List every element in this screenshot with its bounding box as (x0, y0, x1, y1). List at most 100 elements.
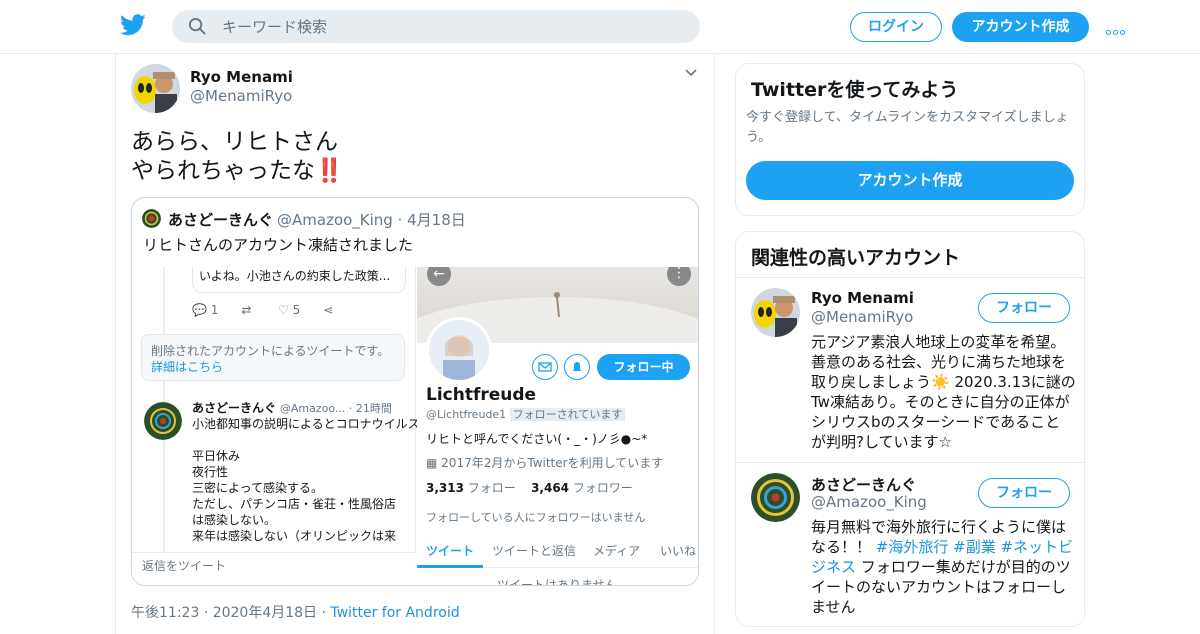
login-button[interactable]: ログイン (850, 12, 942, 42)
related-bio-asado: 毎月無料で海外旅行に行くように僕は なる！！ #海外旅行 #副業 #ネットビ ジ… (811, 517, 1073, 617)
author-handle[interactable]: @MenamiRyo (190, 87, 292, 105)
profile-bio: リヒトと呼んでください(・_・)ノ彡●~* (426, 432, 648, 446)
tweet-meta: 午後11:23 · 2020年4月18日 · Twitter for Andro… (131, 602, 460, 622)
reply-body: 小池都知事の説明によるとコロナウイルスは 平日休み夜行性三密によって感染する。ただ… (192, 416, 432, 544)
profile-tab-replies: ツイートと返信 (492, 544, 577, 558)
quoted-author-handle: @Amazoo_King (277, 211, 393, 229)
reply-icon: 💬 (192, 303, 207, 317)
hashtag-link[interactable]: ジネス (811, 558, 856, 576)
related-avatar-asado[interactable] (751, 473, 800, 522)
try-twitter-desc-line1: 今すぐ登録して、タイムラインをカスタマイズしましょ (746, 110, 1069, 125)
quoted-tweet[interactable]: あさどーきんぐ @Amazoo_King · 4月18日 リヒトさんのアカウント… (131, 197, 699, 586)
tweet-text: あらら、リヒトさん やられちゃったな‼️ (131, 128, 691, 186)
sidebar-signup-button[interactable]: アカウント作成 (746, 161, 1074, 200)
related-handle-asado[interactable]: @Amazoo_King (811, 493, 927, 511)
calendar-icon: ▦ (426, 456, 438, 470)
search-icon (188, 17, 206, 35)
hashtag-link[interactable]: #副業 (953, 538, 996, 556)
bio-line: 毎月無料で海外旅行に行くように僕は (811, 518, 1067, 536)
double-exclamation-emoji: ‼️ (315, 158, 344, 184)
follows-you-badge: フォローされています (509, 408, 626, 421)
bio-line: ません (811, 598, 856, 616)
tweet-source-link[interactable]: Twitter for Android (330, 605, 459, 621)
tweet-text-line2: やられちゃったな (131, 158, 315, 184)
try-twitter-title: Twitterを使ってみよう (751, 79, 959, 101)
follow-button-asado[interactable]: フォロー (978, 478, 1070, 508)
empty-tweets-notice: ツイートはありません (497, 578, 617, 586)
profile-tab-tweets: ツイート (426, 544, 475, 558)
snippet-actions: 💬 1 ⇄ ♡ 5 ⋖ (192, 302, 412, 318)
twitter-logo-icon[interactable] (120, 14, 146, 36)
profile-tab-likes: いいね (660, 544, 697, 558)
reply-handle: @Amazoo... · 21時間 (279, 402, 392, 415)
bio-line: が判明?しています☆ (811, 433, 952, 451)
bio-line: シリウスbのスターシードであること (811, 413, 1061, 431)
follow-button-ryo[interactable]: フォロー (978, 293, 1070, 323)
followers-count: 3,464 (531, 481, 570, 495)
bio-line: 取り戻しましょう☀️ 2020.3.13に謎の (811, 373, 1076, 391)
profile-handle: @Lichtfreude1 (426, 408, 507, 421)
hashtag-link[interactable]: #海外旅行 (876, 538, 949, 556)
try-twitter-card: Twitterを使ってみよう 今すぐ登録して、タイムラインをカスタマイズしましょ… (735, 63, 1085, 216)
reply-line: 小池都知事の説明によるとコロナウイルスは (192, 417, 432, 431)
reply-line: 来年は感染しない（オリンピックは来 (192, 529, 397, 543)
bio-line: 元アジア素浪人地球上の変革を希望。 (811, 333, 1066, 351)
notification-bell-icon (564, 354, 590, 380)
profile-tab-media: メディア (593, 544, 641, 558)
related-name-ryo[interactable]: Ryo Menami (811, 289, 914, 307)
tweet-text-line1: あらら、リヒトさん (131, 129, 338, 155)
bio-line: 善意のある社会、光りに満ちた地球を (811, 353, 1067, 371)
following-count: 3,313 (426, 481, 464, 495)
no-mutuals-note: フォローしている人にフォロワーはいません (426, 511, 646, 524)
reply-avatar (144, 402, 182, 440)
related-name-asado[interactable]: あさどーきんぐ (811, 474, 916, 495)
bio-line: イートのないアカウントはフォローし (811, 578, 1067, 596)
tweet-timestamp[interactable]: 午後11:23 · 2020年4月18日 · (131, 605, 330, 621)
reply-line: 三密によって感染する。 (192, 481, 324, 495)
snippet-text: いよね。小池さんの約束した政策... (199, 269, 391, 283)
reply-line: ただし、パチンコ店・雀荘・性風俗店 (192, 497, 397, 511)
message-icon (532, 354, 558, 380)
reply-line: は感染しない。 (192, 513, 277, 527)
signup-button[interactable]: アカウント作成 (952, 12, 1089, 42)
related-accounts-title: 関連性の高いアカウント (751, 247, 961, 269)
related-bio-ryo: 元アジア素浪人地球上の変革を希望。 善意のある社会、光りに満ちた地球を 取り戻しまし… (811, 332, 1076, 452)
quoted-author-avatar (142, 209, 161, 228)
deleted-notice: 削除されたアカウントによるツイートです。 (151, 344, 390, 358)
reply-line (192, 432, 412, 448)
like-icon: ♡ (278, 303, 289, 317)
screenshot-left-panel: いよね。小池さんの約束した政策... 💬 1 ⇄ ♡ 5 ⋖ 削除されたアカウン… (132, 267, 432, 585)
more-options-icon[interactable] (1106, 20, 1130, 35)
profile-joined: 2017年2月からTwitterを利用しています (441, 456, 664, 470)
search-input[interactable] (222, 10, 682, 43)
profile-tabs: ツイート ツイートと返信 メディア いいね (417, 532, 698, 568)
hashtag-link[interactable]: #ネットビ (1001, 538, 1074, 556)
followers-label: フォロワー (572, 481, 633, 495)
share-icon: ⋖ (323, 303, 334, 317)
reply-author: あさどーきんぐ (192, 401, 277, 415)
following-label: フォロー (467, 481, 516, 495)
quoted-date: 4月18日 (407, 211, 466, 229)
bio-line: Tw凍結あり。そのときに自分の正体が (811, 393, 1070, 411)
quoted-text: リヒトさんのアカウント凍結されました (143, 236, 414, 254)
search-box[interactable] (172, 10, 700, 43)
author-avatar[interactable] (131, 64, 180, 113)
quoted-author-meta: @Amazoo_King · 4月18日 (277, 211, 466, 229)
author-name[interactable]: Ryo Menami (190, 68, 293, 86)
profile-display-name: Lichtfreude (426, 385, 537, 405)
retweet-icon: ⇄ (241, 303, 252, 317)
like-count: 5 (292, 303, 301, 317)
quoted-author-name: あさどーきんぐ (168, 211, 274, 229)
reply-line: 夜行性 (192, 465, 229, 479)
profile-avatar (426, 317, 492, 383)
reply-line: 平日休み (192, 449, 241, 463)
top-bar: ログイン アカウント作成 (0, 0, 1200, 54)
following-button: フォロー中 (597, 354, 690, 380)
try-twitter-desc-line2: う。 (746, 130, 772, 145)
chevron-down-icon[interactable] (684, 66, 698, 80)
bio-text: なる！！ (811, 538, 876, 556)
related-avatar-ryo[interactable] (751, 288, 800, 337)
related-handle-ryo[interactable]: @MenamiRyo (811, 308, 913, 326)
details-link: 詳細はこちら (151, 360, 224, 374)
quoted-screenshot-image: いよね。小池さんの約束した政策... 💬 1 ⇄ ♡ 5 ⋖ 削除されたアカウン… (132, 267, 698, 586)
